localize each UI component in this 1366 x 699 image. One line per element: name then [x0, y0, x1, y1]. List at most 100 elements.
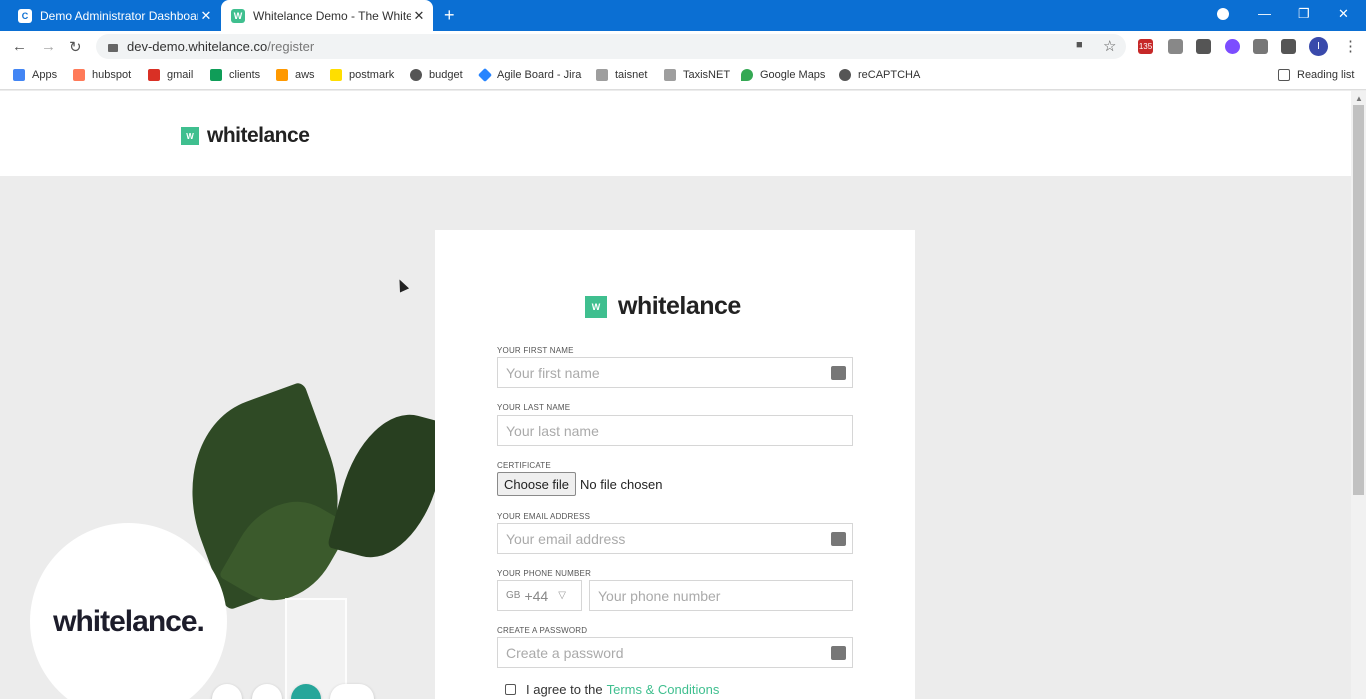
lock-icon: [108, 43, 118, 52]
header-logo[interactable]: W whitelance: [181, 124, 310, 148]
calendar-extension-icon[interactable]: 135: [1138, 39, 1153, 54]
minimize-icon[interactable]: —: [1258, 6, 1271, 21]
bookmark-postmark[interactable]: postmark: [330, 69, 394, 81]
tab-title: Demo Administrator Dashboard: [40, 8, 198, 23]
first-name-label: YOUR FIRST NAME: [497, 346, 574, 355]
password-field[interactable]: [497, 637, 853, 668]
globe-icon: [839, 69, 851, 81]
puzzle-icon[interactable]: [1281, 39, 1296, 54]
apps-grid-icon: [13, 69, 25, 81]
camera-icon[interactable]: ■: [1076, 39, 1083, 51]
url-bar[interactable]: dev-demo.whitelance.co/register: [96, 34, 1126, 59]
email-field[interactable]: [497, 523, 853, 554]
restore-icon[interactable]: ❐: [1298, 6, 1310, 22]
hero-logo-text: whitelance.: [53, 604, 205, 638]
bookmark-jira[interactable]: Agile Board - Jira: [477, 67, 581, 83]
first-name-input[interactable]: [498, 364, 818, 381]
bookmark-clients[interactable]: clients: [210, 69, 260, 81]
bookmark-taisnet[interactable]: taisnet: [596, 69, 647, 81]
password-label: CREATE A PASSWORD: [497, 626, 588, 635]
sheets-icon: [210, 69, 222, 81]
scroll-up-icon[interactable]: ▲: [1355, 94, 1363, 103]
reading-list-icon: [1278, 69, 1290, 81]
menu-icon[interactable]: ⋮: [1343, 37, 1358, 55]
bookmark-recaptcha[interactable]: reCAPTCHA: [839, 69, 920, 81]
postmark-icon: [330, 69, 342, 81]
file-status: No file chosen: [580, 476, 663, 492]
email-label: YOUR EMAIL ADDRESS: [497, 512, 591, 521]
phone-number-field[interactable]: [589, 580, 853, 611]
address-toolbar: ← → ↻ dev-demo.whitelance.co/register ■ …: [0, 31, 1366, 62]
new-tab-icon[interactable]: +: [444, 5, 455, 26]
email-input[interactable]: [498, 530, 818, 547]
tab-close-icon[interactable]: ✕: [198, 8, 214, 24]
browser-tab-bar: C Demo Administrator Dashboard ✕ W White…: [0, 0, 1366, 31]
bookmark-apps[interactable]: Apps: [13, 69, 57, 81]
tab-title: Whitelance Demo - The White La: [253, 8, 411, 23]
tab-favicon-icon: C: [18, 8, 32, 23]
bookmark-gmail[interactable]: gmail: [148, 69, 193, 81]
reading-list[interactable]: Reading list: [1278, 69, 1354, 81]
screenshot-extension-icon[interactable]: [1253, 39, 1268, 54]
widget-close-button[interactable]: [212, 684, 242, 699]
extension-icon[interactable]: [1196, 39, 1211, 54]
tab-close-icon[interactable]: ✕: [411, 8, 427, 24]
choose-file-button[interactable]: Choose file: [497, 472, 577, 496]
site-header: W whitelance: [0, 91, 1351, 176]
shield-extension-icon[interactable]: [1168, 39, 1183, 54]
password-input[interactable]: [498, 644, 818, 661]
widget-timer[interactable]: [330, 684, 374, 699]
color-extension-icon[interactable]: [1225, 39, 1240, 54]
last-name-label: YOUR LAST NAME: [497, 403, 571, 412]
widget-pause-button[interactable]: [252, 684, 282, 699]
bookmark-star-icon[interactable]: ☆: [1103, 37, 1116, 55]
logo-text: whitelance: [207, 124, 310, 147]
terms-row: I agree to the Terms & Conditions: [505, 682, 719, 697]
terms-text: I agree to the: [526, 682, 603, 697]
bookmark-google-maps[interactable]: Google Maps: [741, 69, 825, 81]
tab-favicon-icon: W: [231, 8, 245, 23]
card-logo: W whitelance: [585, 292, 741, 321]
country-code: GB: [506, 590, 521, 601]
bookmark-aws[interactable]: aws: [276, 69, 315, 81]
building-icon: [596, 69, 608, 81]
password-manager-icon[interactable]: [831, 646, 846, 660]
bookmark-hubspot[interactable]: hubspot: [73, 69, 131, 81]
globe-icon: [410, 69, 422, 81]
first-name-field[interactable]: [497, 357, 853, 388]
plant-leaf-image: [327, 401, 453, 571]
password-manager-icon[interactable]: [831, 532, 846, 546]
country-code-select[interactable]: GB +44 ▽: [497, 580, 582, 611]
certificate-file-input: Choose file No file chosen: [497, 472, 662, 496]
glass-vase-image: [285, 598, 347, 699]
bookmark-budget[interactable]: budget: [410, 69, 463, 81]
building-icon: [664, 69, 676, 81]
last-name-field[interactable]: [497, 415, 853, 446]
bookmark-taxisnet[interactable]: TaxisNET: [664, 69, 730, 81]
terms-checkbox[interactable]: [505, 684, 516, 695]
logo-mark-icon: W: [181, 127, 199, 145]
terms-link[interactable]: Terms & Conditions: [607, 682, 720, 697]
tab-whitelance-demo[interactable]: W Whitelance Demo - The White La ✕: [221, 0, 433, 31]
gmail-icon: [148, 69, 160, 81]
register-card: W whitelance YOUR FIRST NAME YOUR LAST N…: [435, 230, 915, 699]
scrollbar-thumb[interactable]: [1353, 105, 1364, 495]
chevron-down-icon: ▽: [558, 590, 566, 601]
last-name-input[interactable]: [498, 422, 818, 439]
forward-icon[interactable]: →: [41, 38, 56, 55]
window-close-icon[interactable]: ✕: [1338, 6, 1349, 22]
certificate-label: CERTIFICATE: [497, 461, 551, 470]
back-icon[interactable]: ←: [12, 38, 27, 55]
reload-icon[interactable]: ↻: [69, 38, 82, 56]
profile-avatar[interactable]: I: [1309, 37, 1328, 56]
hubspot-icon: [73, 69, 85, 81]
bookmarks-bar: Apps hubspot gmail clients aws postmark …: [0, 62, 1366, 90]
tab-search-icon[interactable]: [1217, 8, 1229, 20]
tab-admin-dashboard[interactable]: C Demo Administrator Dashboard ✕: [8, 0, 220, 31]
phone-number-input[interactable]: [590, 587, 840, 604]
aws-icon: [276, 69, 288, 81]
page-scrollbar[interactable]: ▲: [1351, 91, 1366, 699]
jira-icon: [477, 67, 493, 83]
password-manager-icon[interactable]: [831, 366, 846, 380]
map-pin-icon: [741, 69, 753, 81]
